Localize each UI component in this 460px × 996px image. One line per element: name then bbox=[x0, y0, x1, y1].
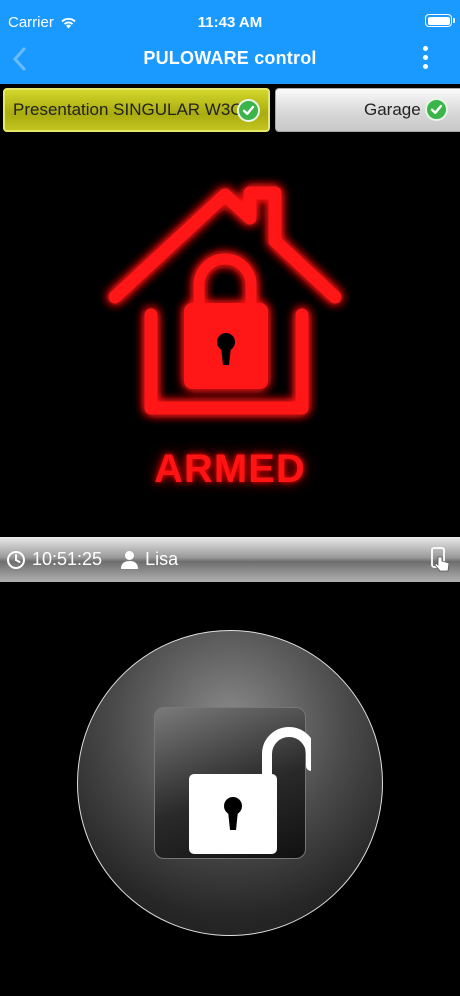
tab-label: Garage bbox=[364, 100, 421, 119]
user-icon bbox=[121, 550, 139, 569]
event-info-bar: 10:51:25 Lisa bbox=[0, 537, 460, 582]
clock-icon bbox=[7, 550, 25, 569]
house-lock-icon bbox=[108, 186, 342, 415]
check-circle-icon bbox=[237, 99, 260, 122]
event-user: Lisa bbox=[145, 549, 179, 569]
app-header: Carrier 11:43 AM PULOWARE control bbox=[0, 0, 460, 84]
event-time: 10:51:25 bbox=[32, 549, 103, 569]
alarm-status-label: ARMED bbox=[154, 447, 306, 491]
tab-label: Presentation SINGULAR W3G bbox=[13, 100, 244, 119]
hand-touch-icon[interactable] bbox=[430, 547, 452, 573]
battery-icon bbox=[425, 14, 455, 27]
disarm-tile[interactable] bbox=[154, 707, 311, 859]
tab-presentation-singular[interactable]: Presentation SINGULAR W3G bbox=[3, 88, 270, 132]
more-vertical-icon[interactable] bbox=[420, 46, 430, 72]
page-title: PULOWARE control bbox=[143, 48, 317, 68]
status-time: 11:43 AM bbox=[197, 14, 263, 31]
tab-garage[interactable]: Garage bbox=[275, 88, 460, 132]
disarm-button[interactable] bbox=[77, 630, 383, 936]
unlock-icon bbox=[189, 727, 311, 854]
check-circle-icon bbox=[425, 98, 448, 121]
device-tabs: Presentation SINGULAR W3G Garage bbox=[0, 84, 460, 134]
status-bar: Carrier 11:43 AM bbox=[0, 0, 460, 44]
